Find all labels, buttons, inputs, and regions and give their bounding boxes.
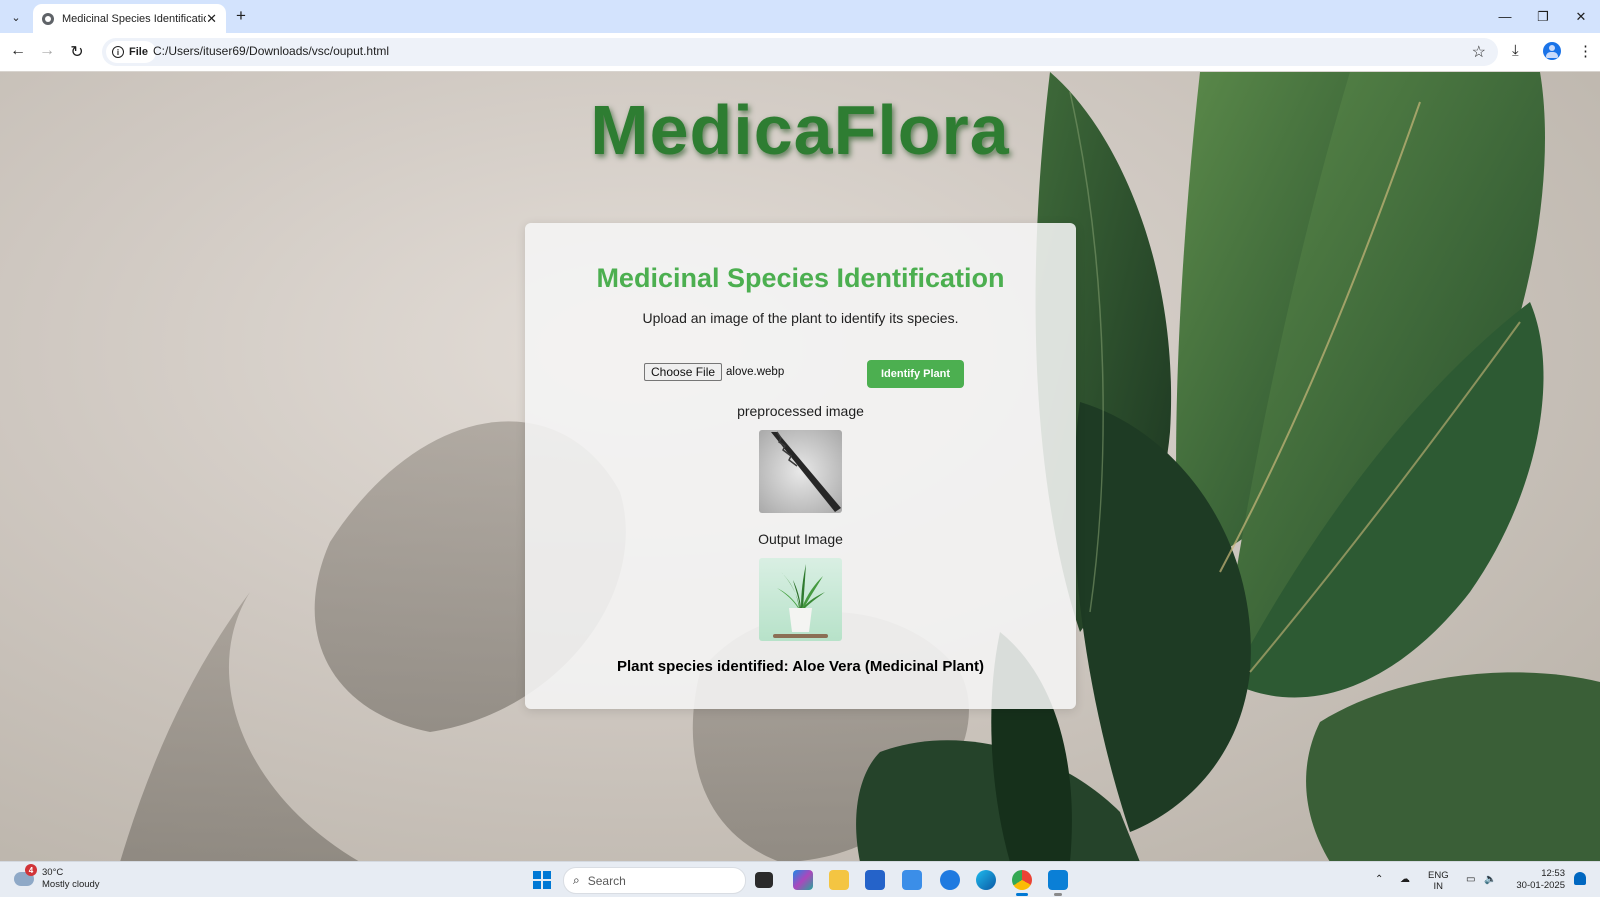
- chrome-icon[interactable]: [1012, 870, 1032, 890]
- identification-card: Medicinal Species Identification Upload …: [525, 223, 1076, 709]
- weather-badge: 4: [25, 864, 37, 876]
- preprocessed-image: [759, 430, 842, 513]
- task-view-icon[interactable]: [755, 872, 773, 888]
- browser-tab-bar: ⌄ Medicinal Species Identification ✕ + —…: [0, 0, 1600, 33]
- copilot-icon[interactable]: [793, 870, 813, 890]
- minimize-button[interactable]: —: [1486, 0, 1524, 33]
- cloud-icon: 4: [14, 864, 37, 886]
- profile-avatar-icon[interactable]: [1543, 42, 1561, 60]
- clock-date: 30-01-2025: [1516, 880, 1565, 891]
- volume-muted-icon[interactable]: 🔈: [1484, 862, 1496, 897]
- selected-file-name: alove.webp: [726, 366, 785, 378]
- weather-condition: Mostly cloudy: [42, 879, 100, 890]
- window-controls: — ❐ ✕: [1486, 0, 1600, 33]
- network-icon[interactable]: ▭: [1466, 862, 1475, 897]
- weather-temperature: 30°C: [42, 867, 64, 878]
- brand-logo: MedicaFlora: [590, 91, 1010, 169]
- system-clock[interactable]: 12:53 30-01-2025: [1508, 868, 1565, 892]
- download-icon[interactable]: ⤓: [1512, 42, 1519, 59]
- identify-plant-button[interactable]: Identify Plant: [867, 360, 964, 388]
- weather-widget[interactable]: 4 30°C Mostly cloudy: [14, 864, 100, 891]
- page-viewport: MedicaFlora Medicinal Species Identifica…: [0, 72, 1600, 862]
- browser-tab[interactable]: Medicinal Species Identification ✕: [33, 4, 226, 33]
- mysql-workbench-icon[interactable]: [902, 870, 922, 890]
- microsoft-store-icon[interactable]: [865, 870, 885, 890]
- close-window-button[interactable]: ✕: [1562, 0, 1600, 33]
- menu-kebab-icon[interactable]: ⋮: [1578, 42, 1593, 60]
- onedrive-icon[interactable]: ☁: [1400, 862, 1410, 897]
- language-indicator[interactable]: ENG IN: [1428, 870, 1449, 892]
- upload-instructions: Upload an image of the plant to identify…: [642, 310, 959, 326]
- page-title: Medicinal Species Identification: [596, 263, 1005, 293]
- search-icon: ⌕: [573, 873, 580, 887]
- tab-close-icon[interactable]: ✕: [206, 11, 217, 27]
- file-input[interactable]: Choose File alove.webp: [644, 363, 784, 381]
- site-info-chip[interactable]: i File: [106, 41, 156, 63]
- python-icon[interactable]: [940, 870, 960, 890]
- vscode-icon[interactable]: [1048, 870, 1068, 890]
- taskbar-search-box[interactable]: ⌕ Search: [563, 867, 746, 894]
- tab-title: Medicinal Species Identification: [62, 12, 207, 25]
- preprocessed-image-label: preprocessed image: [737, 403, 864, 419]
- info-icon: i: [112, 46, 124, 58]
- region-code: IN: [1433, 881, 1444, 892]
- file-explorer-icon[interactable]: [829, 870, 849, 890]
- output-image: [759, 558, 842, 641]
- back-arrow-icon[interactable]: ←: [8, 42, 28, 60]
- site-info-label: File: [129, 46, 148, 58]
- windows-taskbar: 4 30°C Mostly cloudy ⌕ Search ⌃ ☁ ENG IN…: [0, 861, 1600, 897]
- tab-search-chevron-icon[interactable]: ⌄: [4, 6, 28, 28]
- language-code: ENG: [1428, 870, 1449, 881]
- clock-time: 12:53: [1541, 868, 1565, 879]
- choose-file-button[interactable]: Choose File: [644, 363, 723, 381]
- globe-icon: [42, 12, 54, 25]
- new-tab-button[interactable]: +: [236, 6, 246, 26]
- show-hidden-icons[interactable]: ⌃: [1375, 862, 1383, 897]
- identification-result: Plant species identified: Aloe Vera (Med…: [616, 658, 985, 675]
- restore-button[interactable]: ❐: [1524, 0, 1562, 33]
- output-image-label: Output Image: [758, 531, 843, 547]
- bookmark-star-icon[interactable]: ☆: [1472, 42, 1486, 62]
- reload-icon[interactable]: ↻: [67, 42, 87, 62]
- browser-toolbar: ← → ↻ i File C:/Users/ituser69/Downloads…: [0, 33, 1600, 71]
- windows-start-icon[interactable]: [533, 871, 551, 889]
- edge-icon[interactable]: [976, 870, 996, 890]
- address-bar[interactable]: i File C:/Users/ituser69/Downloads/vsc/o…: [102, 38, 1498, 66]
- taskbar-search-placeholder: Search: [587, 873, 626, 888]
- url-text[interactable]: C:/Users/ituser69/Downloads/vsc/ouput.ht…: [153, 44, 389, 58]
- notification-bell-icon[interactable]: [1574, 872, 1586, 885]
- forward-arrow-icon[interactable]: →: [37, 42, 57, 60]
